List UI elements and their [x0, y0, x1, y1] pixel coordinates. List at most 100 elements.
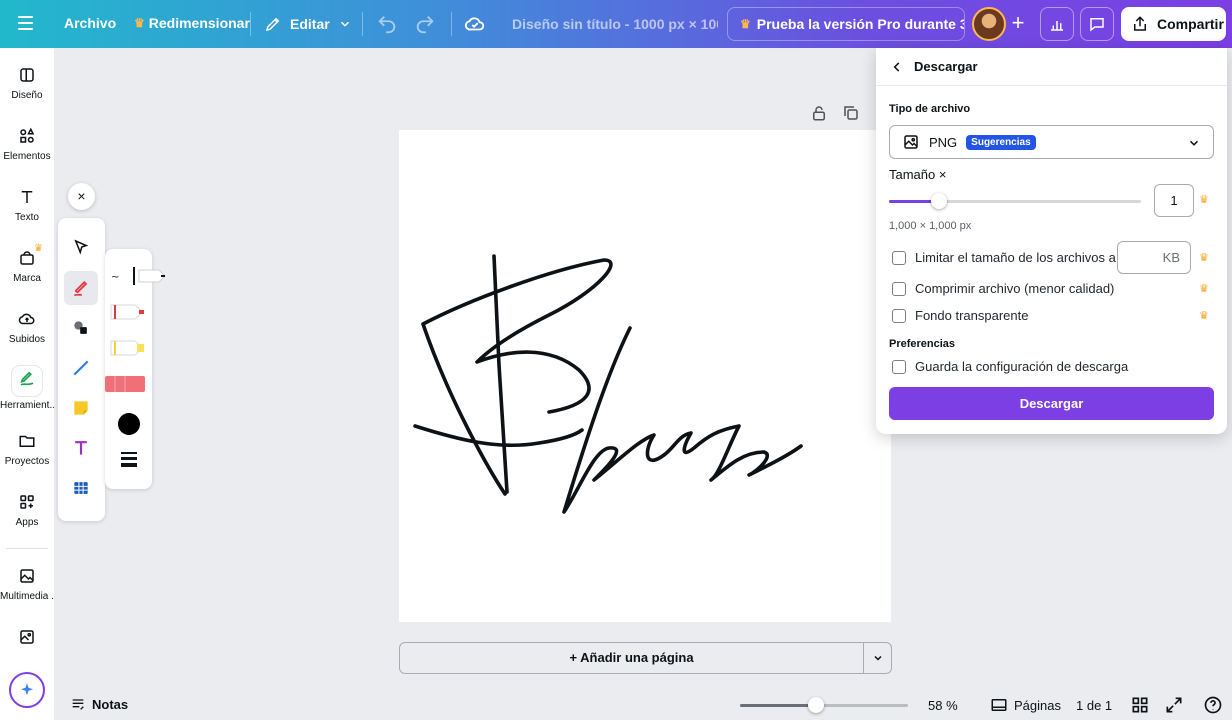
- stroke-weight-icon[interactable]: [119, 451, 139, 467]
- zoom-slider[interactable]: [740, 697, 908, 713]
- select-arrow-icon[interactable]: [64, 230, 98, 264]
- add-page-dropdown[interactable]: [863, 642, 892, 674]
- magic-assistant-button[interactable]: [9, 672, 45, 708]
- notes-button[interactable]: Notas: [70, 696, 128, 712]
- pen-options-panel: ~: [105, 249, 166, 489]
- sidebar-item-images[interactable]: [0, 628, 54, 652]
- sidebar-item-label: Elementos: [3, 151, 51, 162]
- sidebar-item-proyectos[interactable]: Proyectos: [0, 432, 54, 488]
- download-header[interactable]: Descargar: [876, 48, 1227, 86]
- limit-size-label: Limitar el tamaño de los archivos a: [915, 250, 1116, 265]
- crown-icon: ♛: [1199, 252, 1209, 264]
- save-settings-checkbox[interactable]: Guarda la configuración de descarga: [892, 359, 1128, 374]
- sidebar-item-marca[interactable]: ♛ Marca: [0, 243, 54, 305]
- pen-tip-icon[interactable]: ~: [109, 265, 166, 287]
- page-actions: [810, 104, 860, 122]
- signature-drawing[interactable]: [399, 130, 891, 622]
- cloud-saved-icon[interactable]: [464, 13, 486, 35]
- checkbox[interactable]: [892, 250, 906, 265]
- add-collaborator-button[interactable]: +: [1007, 12, 1029, 36]
- size-slider-thumb[interactable]: [931, 193, 947, 209]
- draw-toolbar: [58, 218, 105, 521]
- checkbox[interactable]: [892, 281, 906, 296]
- file-type-select[interactable]: PNG Sugerencias: [889, 125, 1214, 159]
- transparent-bg-checkbox[interactable]: Fondo transparente: [892, 308, 1028, 323]
- pro-trial-button[interactable]: ♛ Prueba la versión Pro durante 3...: [727, 7, 965, 41]
- sidebar-item-subidos[interactable]: Subidos: [0, 310, 54, 366]
- chevron-down-icon: [873, 655, 882, 661]
- upload-cloud-icon: [18, 313, 35, 325]
- zoom-slider-thumb[interactable]: [808, 697, 824, 713]
- divider: [250, 12, 251, 36]
- zoom-slider-fill: [740, 704, 816, 707]
- sidebar-item-diseno[interactable]: Diseño: [0, 66, 54, 122]
- redo-icon[interactable]: [414, 13, 436, 35]
- lock-icon[interactable]: [810, 104, 828, 122]
- undo-icon[interactable]: [376, 13, 398, 35]
- zoom-level[interactable]: 58 %: [928, 698, 958, 713]
- checkbox[interactable]: [892, 359, 906, 374]
- line-icon[interactable]: [64, 351, 98, 385]
- color-swatch-icon[interactable]: [118, 413, 140, 435]
- sidebar-item-texto[interactable]: Texto: [0, 188, 54, 244]
- notes-icon: [72, 699, 84, 710]
- size-input[interactable]: 1: [1154, 184, 1194, 217]
- preferences-label: Preferencias: [889, 338, 956, 350]
- media-icon: [20, 569, 34, 583]
- size-label: Tamaño ×: [889, 167, 947, 182]
- eraser-icon[interactable]: [105, 373, 147, 395]
- sidebar-item-label: Diseño: [11, 90, 43, 101]
- sidebar-item-multimedia[interactable]: Multimedia ...: [0, 567, 54, 623]
- sidebar-item-elementos[interactable]: Elementos: [0, 127, 54, 183]
- layout-icon: [20, 68, 34, 82]
- crown-icon: ♛: [1199, 310, 1209, 322]
- kb-limit-input[interactable]: KB: [1117, 241, 1191, 274]
- highlighter-yellow-icon[interactable]: [109, 337, 149, 359]
- design-title[interactable]: Diseño sin título - 1000 px × 100...: [500, 9, 718, 39]
- design-page[interactable]: [399, 130, 891, 622]
- page-count: 1 de 1: [1076, 698, 1113, 713]
- archivo-menu[interactable]: Archivo: [64, 15, 116, 31]
- sticky-note-icon[interactable]: [64, 391, 98, 425]
- pen-icon[interactable]: [64, 271, 98, 305]
- chevron-left-icon[interactable]: [890, 60, 904, 74]
- comments-button[interactable]: [1080, 7, 1114, 41]
- edit-label: Editar: [290, 16, 330, 32]
- edit-menu[interactable]: Editar: [264, 12, 352, 36]
- duplicate-icon[interactable]: [842, 104, 860, 122]
- sidebar-item-herramientas[interactable]: Herramient...: [0, 366, 54, 422]
- transparent-bg-label: Fondo transparente: [915, 308, 1029, 323]
- svg-text:~: ~: [111, 272, 119, 283]
- compress-label: Comprimir archivo (menor calidad): [915, 281, 1115, 296]
- file-type-value: PNG: [929, 134, 958, 150]
- help-icon[interactable]: [1203, 695, 1223, 715]
- hamburger-icon[interactable]: [14, 12, 38, 36]
- divider: [6, 548, 48, 549]
- checkbox[interactable]: [892, 308, 906, 323]
- grid-view-icon[interactable]: [1130, 695, 1150, 715]
- suggestion-badge: Sugerencias: [966, 134, 1036, 150]
- limit-size-checkbox[interactable]: Limitar el tamaño de los archivos a: [892, 250, 1116, 265]
- crown-icon: ♛: [34, 243, 43, 254]
- chevron-down-icon: [1189, 140, 1199, 146]
- text-tool-icon[interactable]: [64, 431, 98, 465]
- share-button[interactable]: Compartir: [1121, 7, 1226, 41]
- pages-label: Páginas: [1014, 697, 1061, 713]
- marker-red-icon[interactable]: [109, 301, 149, 323]
- size-slider[interactable]: [889, 193, 1141, 209]
- add-page-button[interactable]: + Añadir una página: [399, 642, 864, 674]
- avatar[interactable]: [972, 7, 1006, 41]
- fullscreen-icon[interactable]: [1164, 695, 1184, 715]
- resize-button[interactable]: ♛ Redimensionar: [134, 15, 250, 31]
- file-type-label: Tipo de archivo: [889, 103, 971, 115]
- sidebar-item-label: Marca: [13, 273, 41, 284]
- compress-checkbox[interactable]: Comprimir archivo (menor calidad): [892, 281, 1114, 296]
- pages-button[interactable]: Páginas: [990, 696, 1061, 714]
- insights-button[interactable]: [1040, 7, 1074, 41]
- close-draw-tools-button[interactable]: ×: [68, 183, 95, 210]
- shape-icon[interactable]: [64, 311, 98, 345]
- download-button[interactable]: Descargar: [889, 387, 1214, 420]
- sidebar-item-apps[interactable]: Apps: [0, 493, 54, 549]
- table-icon[interactable]: [64, 471, 98, 505]
- image-icon: [20, 630, 34, 644]
